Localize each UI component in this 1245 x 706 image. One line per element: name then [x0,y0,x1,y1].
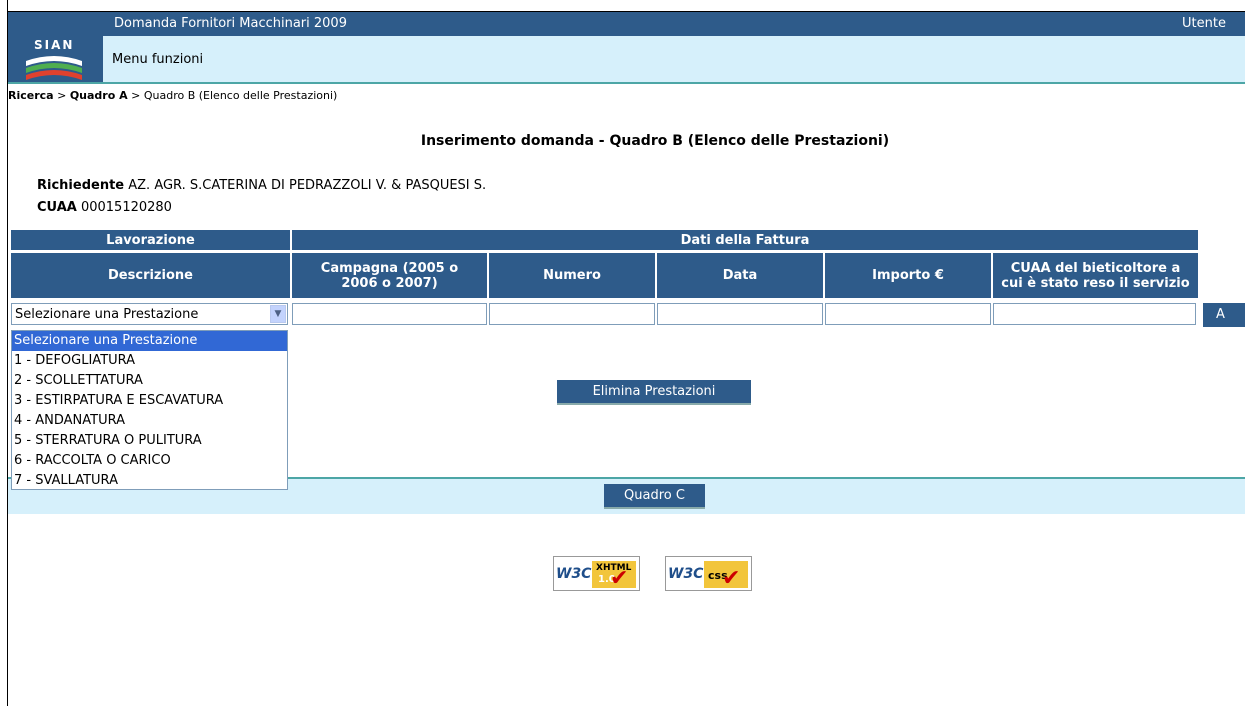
w3c-logo-text: W3C [556,566,592,582]
breadcrumb-current: Quadro B (Elenco delle Prestazioni) [143,89,338,102]
sian-logo: SIAN [8,36,103,82]
breadcrumb-sep: > [53,89,70,102]
breadcrumb-quadro-a[interactable]: Quadro A [70,89,128,102]
add-prestazione-button[interactable]: A [1203,303,1245,327]
breadcrumb-sep: > [127,89,144,102]
sian-logo-text: SIAN [34,38,75,52]
cuaa-row: CUAA 00015120280 [37,200,172,215]
dropdown-option[interactable]: Selezionare una Prestazione [12,331,287,351]
richiedente-label: Richiedente [37,178,125,193]
col-campagna: Campagna (2005 o 2006 o 2007) [292,253,487,298]
col-cuaa-bieticoltore: CUAA del bieticoltore a cui è stato reso … [993,253,1198,298]
w3c-logo-text: W3C [668,566,704,582]
col-importo: Importo € [825,253,991,298]
cuaa-bieticoltore-input[interactable] [993,303,1196,325]
importo-input[interactable] [825,303,991,325]
page-title: Inserimento domanda - Quadro B (Elenco d… [420,133,890,149]
header-dati-fattura: Dati della Fattura [292,230,1198,250]
chevron-down-icon[interactable]: ▼ [270,305,286,323]
dropdown-option[interactable]: 7 - SVALLATURA [12,471,287,491]
campagna-input[interactable] [292,303,487,325]
prestazione-select-value: Selezionare una Prestazione [15,307,199,322]
menu-bar: Menu funzioni [8,36,1245,82]
quadro-c-button[interactable]: Quadro C [604,484,705,509]
checkmark-icon: ✔ [610,566,629,591]
menu-funzioni-link[interactable]: Menu funzioni [112,52,203,67]
header-lavorazione: Lavorazione [11,230,290,250]
dropdown-option[interactable]: 6 - RACCOLTA O CARICO [12,451,287,471]
dropdown-option[interactable]: 5 - STERRATURA O PULITURA [12,431,287,451]
top-bar: Domanda Fornitori Macchinari 2009 Utente [8,12,1245,36]
breadcrumb-ricerca[interactable]: Ricerca [8,89,54,102]
data-input[interactable] [657,303,823,325]
richiedente-value: AZ. AGR. S.CATERINA DI PEDRAZZOLI V. & P… [128,178,487,193]
col-data: Data [657,253,823,298]
richiedente-row: Richiedente AZ. AGR. S.CATERINA DI PEDRA… [37,178,486,193]
cuaa-value: 00015120280 [80,200,172,215]
logo-top-block [8,12,104,36]
app-title: Domanda Fornitori Macchinari 2009 [114,16,347,31]
w3c-xhtml-badge[interactable]: W3C XHTML 1.0 ✔ [553,556,640,591]
breadcrumb: Ricerca > Quadro A > Quadro B (Elenco de… [8,89,337,102]
dropdown-option[interactable]: 2 - SCOLLETTATURA [12,371,287,391]
prestazione-select[interactable]: Selezionare una Prestazione ▼ [11,303,288,325]
dropdown-option[interactable]: 4 - ANDANATURA [12,411,287,431]
col-descrizione: Descrizione [11,253,290,298]
numero-input[interactable] [489,303,655,325]
checkmark-icon: ✔ [722,566,741,591]
cuaa-label: CUAA [37,200,77,215]
menu-divider [8,82,1245,84]
field-waves-icon [26,56,82,80]
dropdown-option[interactable]: 3 - ESTIRPATURA E ESCAVATURA [12,391,287,411]
w3c-css-badge[interactable]: W3C css ✔ [665,556,752,591]
col-numero: Numero [489,253,655,298]
prestazione-dropdown-list[interactable]: Selezionare una Prestazione 1 - DEFOGLIA… [11,330,288,490]
elimina-prestazioni-button[interactable]: Elimina Prestazioni [557,380,751,405]
window-border-left [7,0,8,706]
dropdown-option[interactable]: 1 - DEFOGLIATURA [12,351,287,371]
user-label[interactable]: Utente [1182,16,1226,31]
